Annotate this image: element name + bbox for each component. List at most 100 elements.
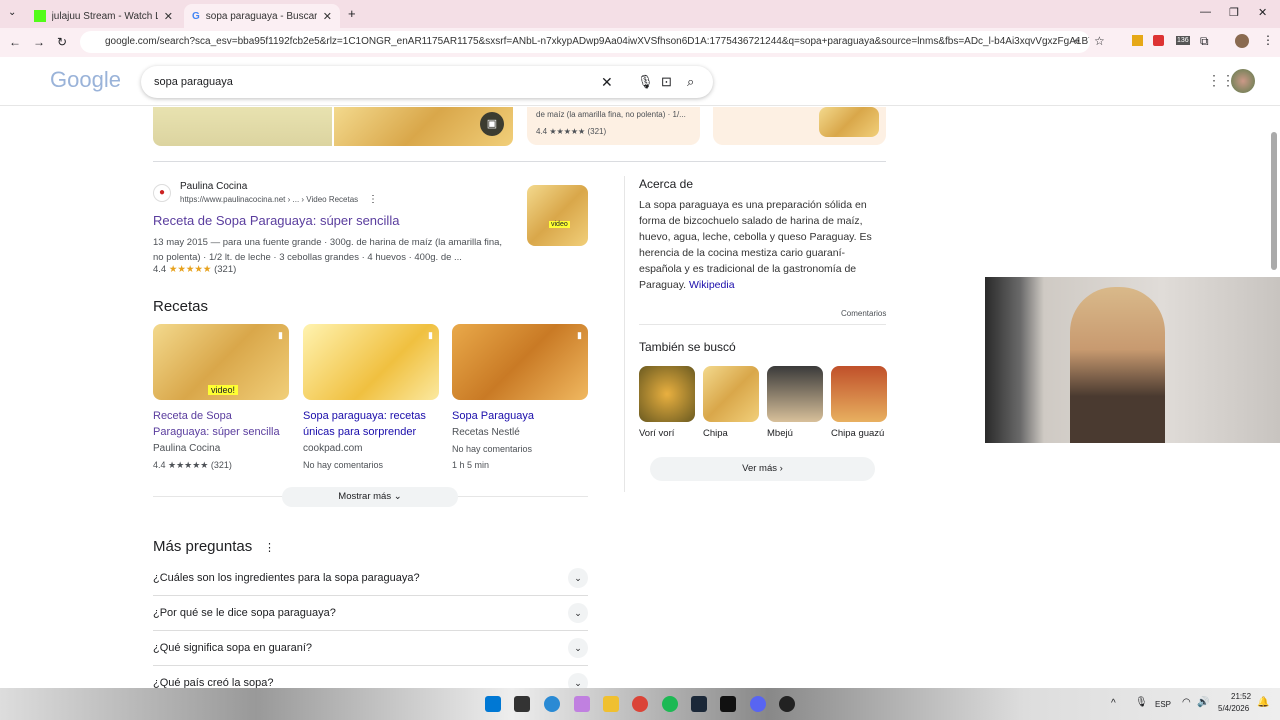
recipe-item[interactable]: ▮ Sopa Paraguaya Recetas Nestlé No hay c… <box>452 324 588 470</box>
site-favicon: ● <box>153 184 171 202</box>
close-tab-icon[interactable]: ✕ <box>164 10 173 23</box>
about-heading: Acerca de <box>639 177 694 191</box>
menu-icon[interactable]: ⋮ <box>1262 33 1274 47</box>
back-icon[interactable]: ← <box>9 35 21 49</box>
address-bar[interactable]: google.com/search?sca_esv=bba95f1192fcb2… <box>80 31 1090 53</box>
obs-icon[interactable] <box>779 696 795 712</box>
steam-icon[interactable] <box>691 696 707 712</box>
recipes-heading: Recetas <box>153 298 209 315</box>
see-more-button[interactable]: Ver más › <box>650 457 875 481</box>
more-options-icon[interactable]: ⋮ <box>368 194 378 205</box>
bookmark-icon[interactable]: ▮ <box>577 330 582 341</box>
divider <box>153 161 886 162</box>
recipe-image: ▮ <box>452 324 588 400</box>
divider <box>624 176 625 492</box>
wifi-icon[interactable]: ◠ <box>1182 697 1191 708</box>
copilot-icon[interactable] <box>574 696 590 712</box>
clock-time[interactable]: 21:52 <box>1231 692 1251 701</box>
google-icon: G <box>192 10 200 22</box>
lens-icon[interactable]: ⊡ <box>661 66 672 98</box>
result-thumbnail[interactable]: video <box>527 185 588 246</box>
account-avatar[interactable] <box>1231 69 1255 93</box>
streamer-video <box>1070 287 1165 443</box>
question-item[interactable]: ¿Cuáles son los ingredientes para la sop… <box>153 561 588 596</box>
extensions-icon[interactable]: ⧉ <box>1200 34 1209 49</box>
discord-icon[interactable] <box>750 696 766 712</box>
capcut-icon[interactable] <box>720 696 736 712</box>
location-icon[interactable]: ⌖ <box>1074 36 1080 47</box>
image-thumbnail[interactable]: ▣ <box>334 107 513 146</box>
volume-icon[interactable]: 🔊 <box>1197 697 1209 708</box>
clock-date[interactable]: 5/4/2026 <box>1218 704 1249 713</box>
also-searched-item[interactable]: Chipa <box>703 366 759 439</box>
result-title-link[interactable]: Receta de Sopa Paraguaya: súper sencilla <box>153 213 399 228</box>
feedback-link[interactable]: Comentarios <box>841 309 886 318</box>
search-input[interactable]: sopa paraguaya ✕ 🎙 ⊡ ⌕ <box>141 66 713 98</box>
recipe-card[interactable]: de maíz (la amarilla fina, no polenta) ·… <box>527 107 700 145</box>
bookmark-icon[interactable]: ▮ <box>278 330 283 341</box>
microphone-tray-icon[interactable]: 🎙 <box>1135 697 1148 708</box>
recipe-item[interactable]: ▮ Sopa paraguaya: recetas únicas para so… <box>303 324 439 470</box>
question-item[interactable]: ¿Qué significa sopa en guaraní? ⌄ <box>153 631 588 666</box>
image-icon[interactable]: ▣ <box>480 112 504 136</box>
bookmark-star-icon[interactable]: ☆ <box>1094 34 1105 48</box>
chrome-icon[interactable] <box>632 696 648 712</box>
tray-chevron-icon[interactable]: ^ <box>1111 698 1116 709</box>
recipe-image: video! ▮ <box>153 324 289 400</box>
recipe-item[interactable]: video! ▮ Receta de Sopa Paraguaya: súper … <box>153 324 289 471</box>
forward-icon[interactable]: → <box>33 35 45 49</box>
wikipedia-link[interactable]: Wikipedia <box>689 279 735 291</box>
microphone-icon[interactable]: 🎙 <box>637 66 654 98</box>
start-icon[interactable] <box>485 696 501 712</box>
clear-icon[interactable]: ✕ <box>601 66 613 98</box>
task-view-icon[interactable] <box>514 696 530 712</box>
webcam-overlay <box>985 277 1280 443</box>
spotify-icon[interactable] <box>662 696 678 712</box>
minimize-button[interactable]: — <box>1200 6 1211 18</box>
maximize-button[interactable]: ❐ <box>1229 6 1239 19</box>
close-tab-icon[interactable]: ✕ <box>323 10 332 23</box>
recipe-thumbnail <box>819 107 879 137</box>
notification-bell-icon[interactable]: 🔔 <box>1257 697 1269 708</box>
tab-bar: ⌄ julajuu Stream - Watch Live on✕ G sopa… <box>0 0 1280 28</box>
recipe-card[interactable] <box>713 107 886 145</box>
edge-icon[interactable] <box>544 696 560 712</box>
result-snippet: 13 may 2015 — para una fuente grande · 3… <box>153 237 503 263</box>
show-more-button[interactable]: Mostrar más ⌄ <box>282 487 458 507</box>
profile-avatar[interactable] <box>1235 34 1249 48</box>
scrollbar-thumb[interactable] <box>1271 132 1277 270</box>
new-tab-button[interactable]: + <box>348 6 356 21</box>
chevron-down-icon: ⌄ <box>568 638 588 658</box>
also-searched-heading: También se buscó <box>639 340 736 354</box>
also-searched-item[interactable]: Vorí vorí <box>639 366 695 439</box>
extension-badge[interactable]: 136 <box>1176 36 1190 45</box>
extension-icon[interactable] <box>1153 35 1164 46</box>
search-icon[interactable]: ⌕ <box>687 66 694 98</box>
question-item[interactable]: ¿Por qué se le dice sopa paraguaya? ⌄ <box>153 596 588 631</box>
rating-stars: ★★★★★ <box>168 264 212 275</box>
also-searched-item[interactable]: Chipa guazú <box>831 366 887 439</box>
more-options-icon[interactable]: ⋮ <box>264 541 275 554</box>
also-searched-item[interactable]: Mbejú <box>767 366 823 439</box>
kick-icon <box>34 10 46 22</box>
about-text: La sopa paraguaya es una preparación sól… <box>639 199 872 291</box>
file-explorer-icon[interactable] <box>603 696 619 712</box>
bookmark-icon[interactable]: ▮ <box>428 330 433 341</box>
reload-icon[interactable]: ↻ <box>57 35 67 49</box>
chevron-down-icon: ⌄ <box>568 603 588 623</box>
tab-list-icon[interactable]: ⌄ <box>8 7 16 18</box>
rating-stars: ★★★★★ <box>549 127 586 136</box>
paa-heading: Más preguntas <box>153 538 253 555</box>
close-window-button[interactable]: ✕ <box>1258 6 1267 19</box>
extension-icon[interactable] <box>1132 35 1143 46</box>
also-searched-list: Vorí vorí Chipa Mbejú Chipa guazú <box>639 366 887 439</box>
tab-stream[interactable]: julajuu Stream - Watch Live on✕ <box>26 4 181 28</box>
site-url[interactable]: https://www.paulinacocina.net › ... › Vi… <box>180 195 358 204</box>
google-logo[interactable]: Google <box>50 67 121 93</box>
site-name: Paulina Cocina <box>180 181 248 192</box>
chevron-down-icon: ⌄ <box>568 568 588 588</box>
image-thumbnail[interactable] <box>153 107 332 146</box>
tab-google[interactable]: G sopa paraguaya - Buscar con G✕ <box>184 4 340 28</box>
language-indicator[interactable]: ESP <box>1155 700 1171 709</box>
recipe-image: ▮ <box>303 324 439 400</box>
